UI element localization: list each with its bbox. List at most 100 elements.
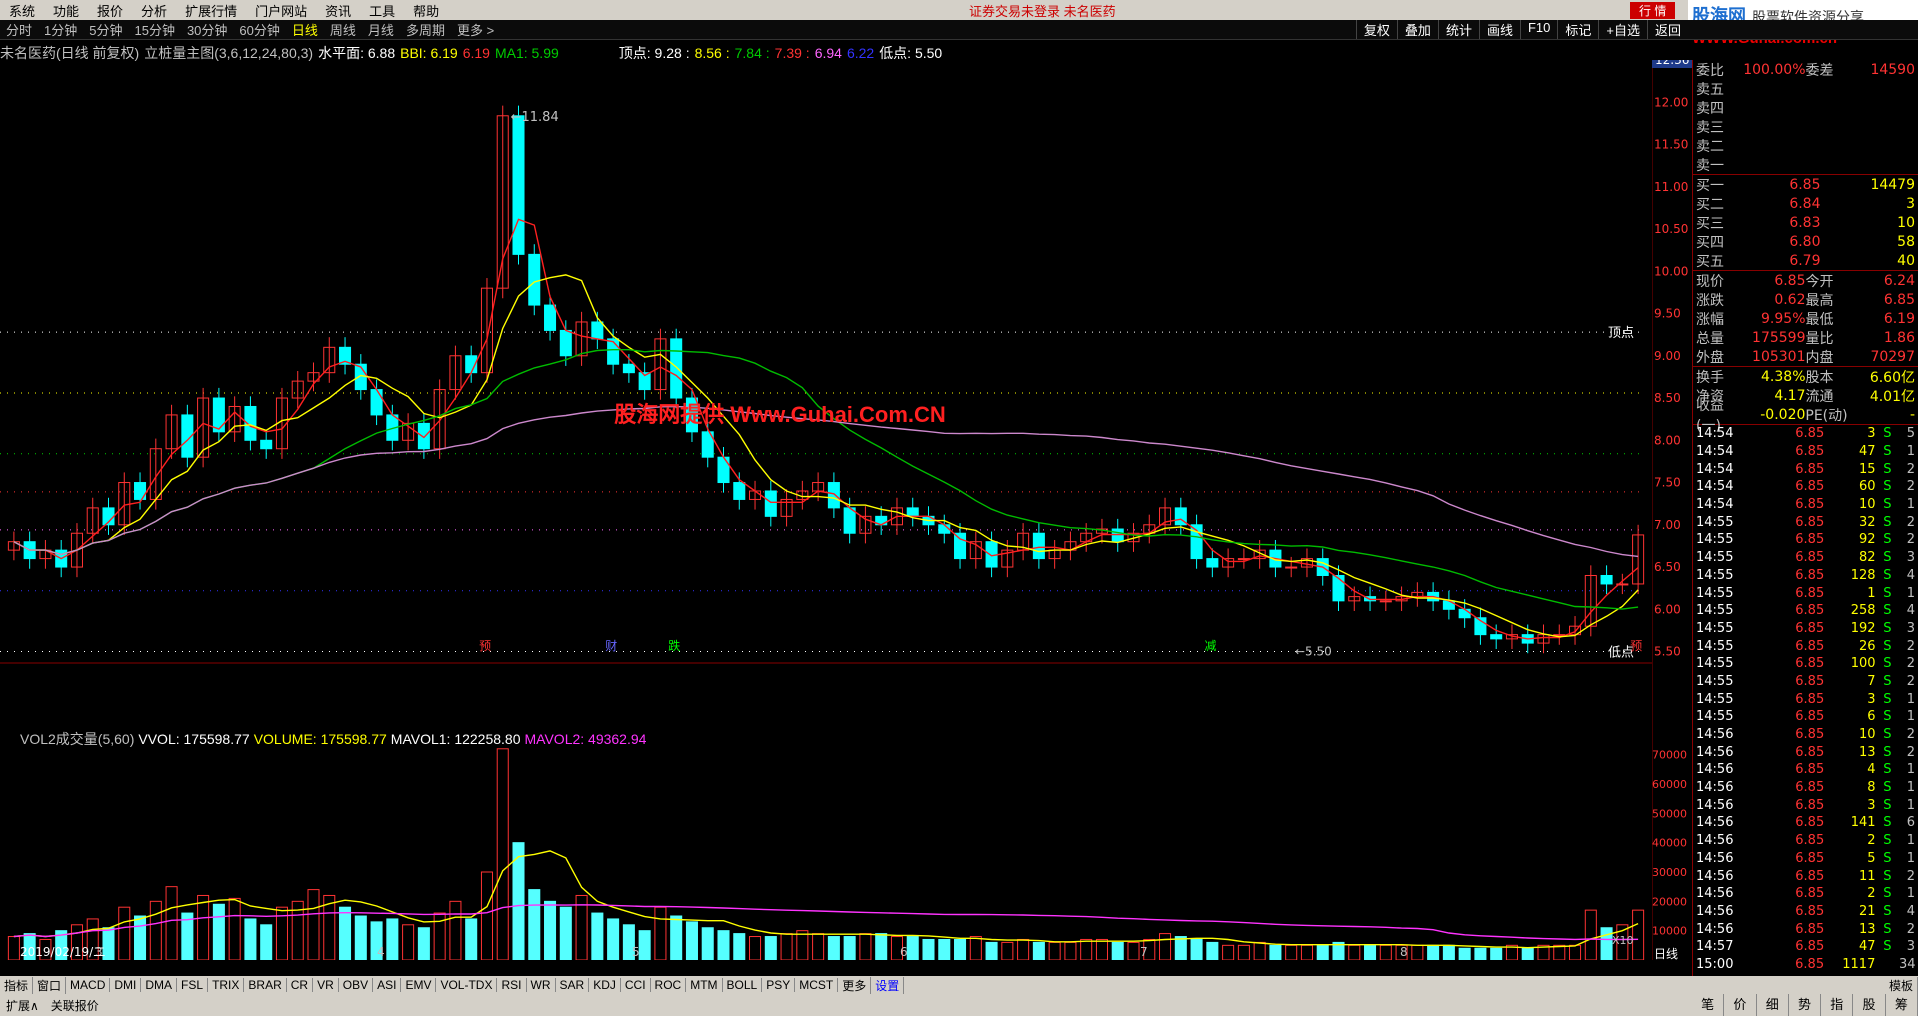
candle-body xyxy=(1111,528,1124,543)
volume-bar xyxy=(1490,947,1503,960)
tool-button[interactable]: 复权 xyxy=(1355,20,1397,39)
tab-gu[interactable]: 股 xyxy=(1853,994,1886,1016)
period-tab[interactable]: 月线 xyxy=(362,20,400,39)
candle-body xyxy=(827,482,840,509)
indicator-tab[interactable]: CR xyxy=(287,978,314,992)
indicator-tab[interactable]: 窗口 xyxy=(33,976,67,994)
indicator-tab[interactable]: WR xyxy=(527,978,556,992)
hq-button[interactable]: 行 情 xyxy=(1630,1,1676,19)
tab-shi[interactable]: 势 xyxy=(1789,994,1822,1016)
indicator-tab[interactable]: ROC xyxy=(651,978,687,992)
indicator-tab[interactable]: DMI xyxy=(110,978,142,992)
month-label: 8 xyxy=(1400,945,1408,959)
month-label: 7 xyxy=(1140,945,1148,959)
period-tab[interactable]: 分时 xyxy=(0,20,38,39)
tool-button[interactable]: 标记 xyxy=(1557,20,1598,39)
buy-row: 买五 6.79 40 xyxy=(1696,252,1915,270)
menu-item[interactable]: 资讯 xyxy=(316,1,360,20)
menu-item[interactable]: 分析 xyxy=(132,1,176,20)
volume-bar xyxy=(386,918,399,960)
indicator-tab[interactable]: CCI xyxy=(621,978,651,992)
menu-item[interactable]: 工具 xyxy=(360,1,404,20)
indicator-tab[interactable]: MACD xyxy=(66,978,111,992)
tool-button[interactable]: F10 xyxy=(1519,20,1557,39)
kline-chart[interactable]: ←11.84←5.50顶点低点股海网提供 Www.Guhai.Com.CN预财跌… xyxy=(0,60,1652,960)
indicator-tab[interactable]: RSI xyxy=(497,978,527,992)
indicator-tab[interactable]: TRIX xyxy=(208,978,245,992)
menu-item[interactable]: 帮助 xyxy=(404,1,448,20)
related-quote-button[interactable]: 关联报价 xyxy=(45,997,105,1014)
tab-xi[interactable]: 细 xyxy=(1757,994,1789,1016)
candle-body xyxy=(906,507,919,517)
tick-row: 14:54 6.85 60 S 2 xyxy=(1696,479,1915,495)
tool-button[interactable]: 统计 xyxy=(1437,20,1479,39)
indicator-tab[interactable]: BRAR xyxy=(244,978,287,992)
indicator-tab[interactable]: BOLL xyxy=(723,978,763,992)
indicator-tab[interactable]: ASI xyxy=(373,978,402,992)
tool-button[interactable]: +自选 xyxy=(1598,20,1647,39)
quote-row: 现价 6.85 今开 6.24 xyxy=(1696,272,1915,290)
indicator-tab[interactable]: 更多 xyxy=(838,976,872,994)
volume-bar xyxy=(1364,944,1377,960)
menu-item[interactable]: 门户网站 xyxy=(246,1,316,20)
volume-bar xyxy=(559,906,572,960)
expand-button[interactable]: 扩展∧ xyxy=(0,997,45,1014)
menu-item[interactable]: 系统 xyxy=(0,1,44,20)
indicator-tab[interactable]: OBV xyxy=(339,978,374,992)
volume-bar xyxy=(1300,944,1313,960)
volume-bar xyxy=(969,936,982,960)
volume-info-line: VOL2成交量(5,60) VVOL: 175598.77 VOLUME: 17… xyxy=(0,729,650,749)
template-button[interactable]: 模板 xyxy=(1885,976,1918,994)
volume-bar xyxy=(465,918,478,960)
period-tab[interactable]: 5分钟 xyxy=(83,20,128,39)
indicator-tab[interactable]: 设置 xyxy=(871,976,905,994)
indicator-tab[interactable]: PSY xyxy=(762,978,796,992)
period-tab[interactable]: 30分钟 xyxy=(181,20,233,39)
candle-body xyxy=(670,338,683,399)
buy-row: 买二 6.84 3 xyxy=(1696,195,1915,213)
indicator-tab[interactable]: FSL xyxy=(177,978,209,992)
indicator-tab[interactable]: MCST xyxy=(795,978,839,992)
period-tab[interactable]: 15分钟 xyxy=(128,20,180,39)
tick-row: 14:56 6.85 2 S 1 xyxy=(1696,833,1915,849)
indicator-tab[interactable]: EMV xyxy=(401,978,437,992)
volume-bar xyxy=(1379,944,1392,960)
month-label: 5 xyxy=(632,945,640,959)
volume-bar xyxy=(354,915,367,960)
volume-bar xyxy=(118,906,131,960)
indicator-tab[interactable]: VR xyxy=(313,978,339,992)
menu-item[interactable]: 报价 xyxy=(88,1,132,20)
indicator-tab[interactable]: VOL-TDX xyxy=(436,978,498,992)
period-tab[interactable]: 周线 xyxy=(324,20,362,39)
tab-zhi[interactable]: 指 xyxy=(1821,994,1854,1016)
zoom-label: X10 xyxy=(1612,934,1634,947)
volume-bar xyxy=(1632,909,1645,960)
month-label: 6 xyxy=(900,945,908,959)
period-tab-active[interactable]: 日线 xyxy=(286,20,324,39)
indicator-tab[interactable]: DMA xyxy=(141,978,178,992)
period-tab[interactable]: 多周期 xyxy=(400,20,451,39)
volume-bar xyxy=(339,906,352,960)
period-tab[interactable]: 1分钟 xyxy=(38,20,83,39)
tab-bi[interactable]: 笔 xyxy=(1692,994,1725,1016)
volume-tick: 20000 xyxy=(1652,895,1687,908)
candle-body xyxy=(370,389,383,416)
tool-button[interactable]: 返回 xyxy=(1646,20,1688,39)
vvol-value: VVOL: 175598.77 xyxy=(138,731,250,747)
menu-item[interactable]: 功能 xyxy=(44,1,88,20)
volume-bar xyxy=(260,924,273,960)
tab-jia[interactable]: 价 xyxy=(1724,994,1757,1016)
value-v1: 6.19 xyxy=(462,45,490,61)
tab-chou[interactable]: 筹 xyxy=(1886,994,1918,1016)
indicator-tab[interactable]: 指标 xyxy=(0,976,34,994)
indicator-tab[interactable]: SAR xyxy=(556,978,590,992)
indicator-tab[interactable]: KDJ xyxy=(589,978,621,992)
tool-button[interactable]: 叠加 xyxy=(1396,20,1438,39)
tool-button[interactable]: 画线 xyxy=(1478,20,1520,39)
menu-item[interactable]: 扩展行情 xyxy=(176,1,246,20)
period-tab[interactable]: 更多 > xyxy=(451,20,500,39)
period-tab[interactable]: 60分钟 xyxy=(233,20,285,39)
indicator-tab[interactable]: MTM xyxy=(686,978,723,992)
mavol1-value: MAVOL1: 122258.80 xyxy=(390,731,521,747)
volume-bar xyxy=(954,938,967,960)
